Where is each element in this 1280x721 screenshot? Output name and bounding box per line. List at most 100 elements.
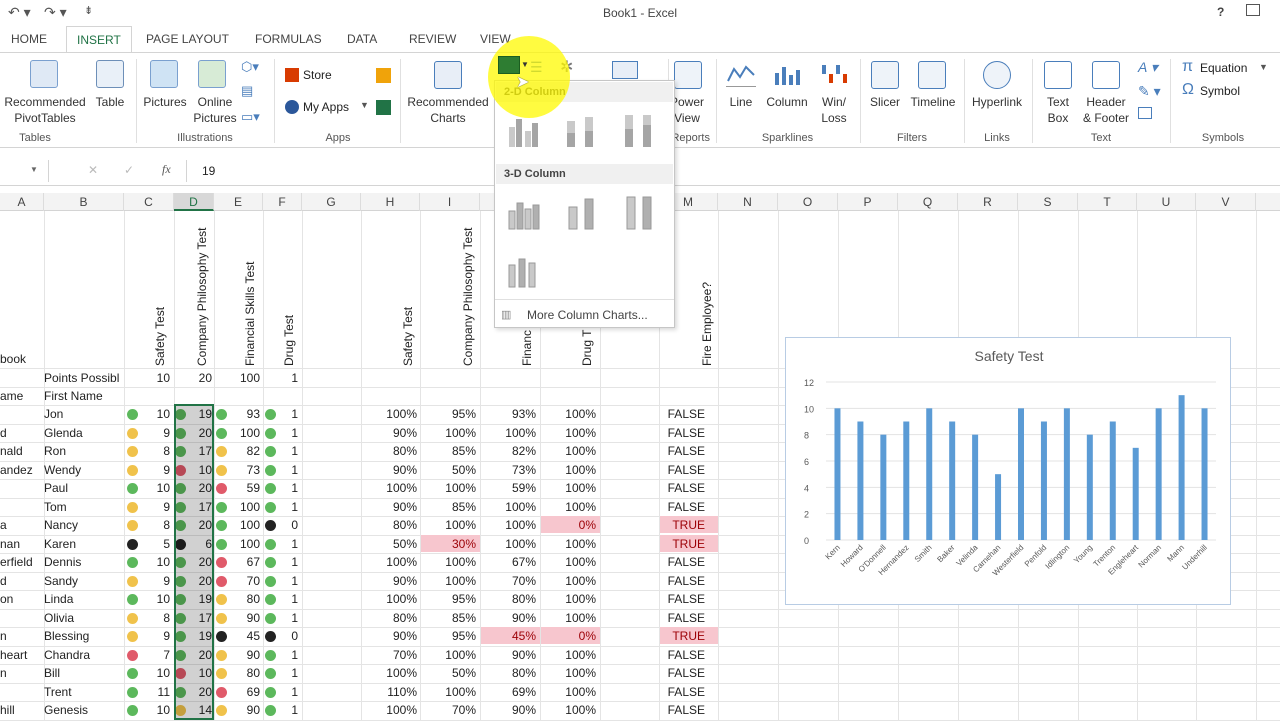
tab-home[interactable]: HOME (11, 32, 47, 46)
recommended-pivot-button[interactable]: Recommended PivotTables (0, 94, 90, 126)
column-header-v[interactable]: V (1196, 193, 1256, 211)
text-box-button[interactable]: Text Box (1036, 94, 1080, 126)
hyperlink-button[interactable]: Hyperlink (966, 94, 1028, 110)
separator (186, 160, 187, 182)
tab-review[interactable]: REVIEW (409, 32, 456, 46)
smartart-icon[interactable]: ▤ (241, 83, 253, 99)
percent-stacked-column-icon[interactable] (619, 111, 659, 151)
chevron-down-icon[interactable]: ▼ (521, 60, 529, 69)
sparkline-line-button[interactable]: Line (722, 94, 760, 110)
signature-icon[interactable]: ✎ ▾ (1138, 83, 1161, 100)
name-box-dropdown-icon[interactable]: ▼ (30, 165, 38, 174)
formula-input[interactable]: 19 (202, 164, 215, 178)
bing-icon[interactable] (376, 68, 391, 83)
tab-insert[interactable]: INSERT (66, 26, 132, 53)
group-text: Text (1090, 132, 1112, 144)
column-header-p[interactable]: P (838, 193, 898, 211)
pi-icon: π (1182, 58, 1194, 75)
sparkline-winloss-button[interactable]: Win/ Loss (814, 94, 854, 126)
column-header-c[interactable]: C (124, 193, 174, 211)
symbol-button[interactable]: Symbol (1200, 84, 1240, 98)
stacked-column-icon[interactable] (561, 111, 601, 151)
slicer-button[interactable]: Slicer (864, 94, 906, 110)
chart-bar (1155, 408, 1162, 540)
insert-function-icon[interactable]: fx (162, 162, 171, 177)
column-header-o[interactable]: O (778, 193, 838, 211)
tab-page-layout[interactable]: PAGE LAYOUT (146, 32, 229, 46)
column-header-e[interactable]: E (214, 193, 263, 211)
x-tick-label: Idlington (1044, 543, 1072, 571)
enter-icon[interactable]: ✓ (124, 163, 134, 177)
safety-test-chart[interactable]: Safety Test 0 2 4 6 8 10 12 Kern Howard O'Donnell… (785, 337, 1231, 605)
my-apps-button[interactable]: My Apps (303, 100, 349, 114)
column-header-n[interactable]: N (718, 193, 778, 211)
separator (400, 59, 401, 143)
column-header-s[interactable]: S (1018, 193, 1078, 211)
pivot-chart-icon[interactable] (612, 61, 638, 79)
column-header-a[interactable]: A (0, 193, 44, 211)
3d-stacked-column-icon[interactable] (561, 193, 601, 233)
group-sparklines: Sparklines (761, 132, 814, 144)
gridline (263, 211, 264, 720)
timeline-icon (918, 61, 946, 89)
my-apps-icon (285, 100, 299, 114)
x-tick-label: Kern (824, 543, 842, 561)
column-header-u[interactable]: U (1137, 193, 1196, 211)
conditional-highlight (541, 627, 600, 644)
online-pictures-button[interactable]: Online Pictures (190, 94, 240, 126)
timeline-button[interactable]: Timeline (906, 94, 960, 110)
column-header-d[interactable]: D (174, 193, 214, 211)
recommended-charts-icon (434, 61, 462, 89)
column-header-h[interactable]: H (361, 193, 420, 211)
column-header-g[interactable]: G (302, 193, 361, 211)
conditional-highlight (481, 627, 540, 644)
group-filters: Filters (897, 132, 927, 144)
object-icon[interactable] (1138, 107, 1152, 119)
column-header-b[interactable]: B (44, 193, 124, 211)
separator (274, 59, 275, 143)
store-icon (285, 68, 299, 82)
chevron-down-icon[interactable]: ▼ (360, 100, 369, 110)
column-header-q[interactable]: Q (898, 193, 958, 211)
pictures-button[interactable]: Pictures (140, 94, 190, 110)
3d-percent-stacked-column-icon[interactable] (619, 193, 659, 233)
header-footer-button[interactable]: Header & Footer (1080, 94, 1132, 126)
column-header-f[interactable]: F (263, 193, 302, 211)
pivot-table-icon (30, 60, 58, 88)
shapes-icon[interactable]: ⬡▾ (241, 59, 259, 75)
gridline (718, 211, 719, 720)
3d-column-icon[interactable] (503, 251, 543, 291)
chart-bar (972, 434, 979, 540)
store-button[interactable]: Store (303, 68, 332, 82)
wordart-icon[interactable]: A ▾ (1138, 59, 1158, 76)
column-chart-small-icon: ▥ (501, 309, 512, 321)
table-button[interactable]: Table (90, 94, 130, 110)
sparkline-column-button[interactable]: Column (762, 94, 812, 110)
help-icon[interactable]: ? (1217, 5, 1224, 19)
column-header-r[interactable]: R (958, 193, 1018, 211)
more-column-charts-link[interactable]: More Column Charts... (527, 308, 648, 322)
title-bar: ↶ ▾ ↷ ▾ ⇟ Book1 - Excel ? (0, 0, 1280, 26)
chevron-down-icon[interactable]: ▼ (1259, 62, 1268, 72)
column-d-selection (174, 404, 214, 720)
recommended-charts-button[interactable]: Recommended Charts (402, 94, 494, 126)
gridline (214, 211, 215, 720)
3d-clustered-column-icon[interactable] (503, 193, 543, 233)
tab-formulas[interactable]: FORMULAS (255, 32, 322, 46)
screenshot-icon[interactable]: ▭▾ (241, 109, 260, 125)
omega-icon: Ω (1182, 81, 1194, 98)
separator (716, 59, 717, 143)
chart-bar (1132, 447, 1139, 540)
cancel-icon[interactable]: ✕ (88, 163, 98, 177)
equation-button[interactable]: Equation (1200, 61, 1247, 75)
chart-bar (1040, 421, 1047, 540)
column-header-t[interactable]: T (1078, 193, 1137, 211)
chart-bar (1178, 395, 1185, 540)
people-graph-icon[interactable] (376, 100, 391, 115)
group-illustrations: Illustrations (177, 132, 233, 144)
ribbon-display-icon[interactable] (1246, 4, 1260, 16)
sparkline-column-icon (772, 61, 802, 87)
tab-data[interactable]: DATA (347, 32, 377, 46)
column-header-i[interactable]: I (420, 193, 480, 211)
x-tick-label: Baker (935, 543, 956, 564)
